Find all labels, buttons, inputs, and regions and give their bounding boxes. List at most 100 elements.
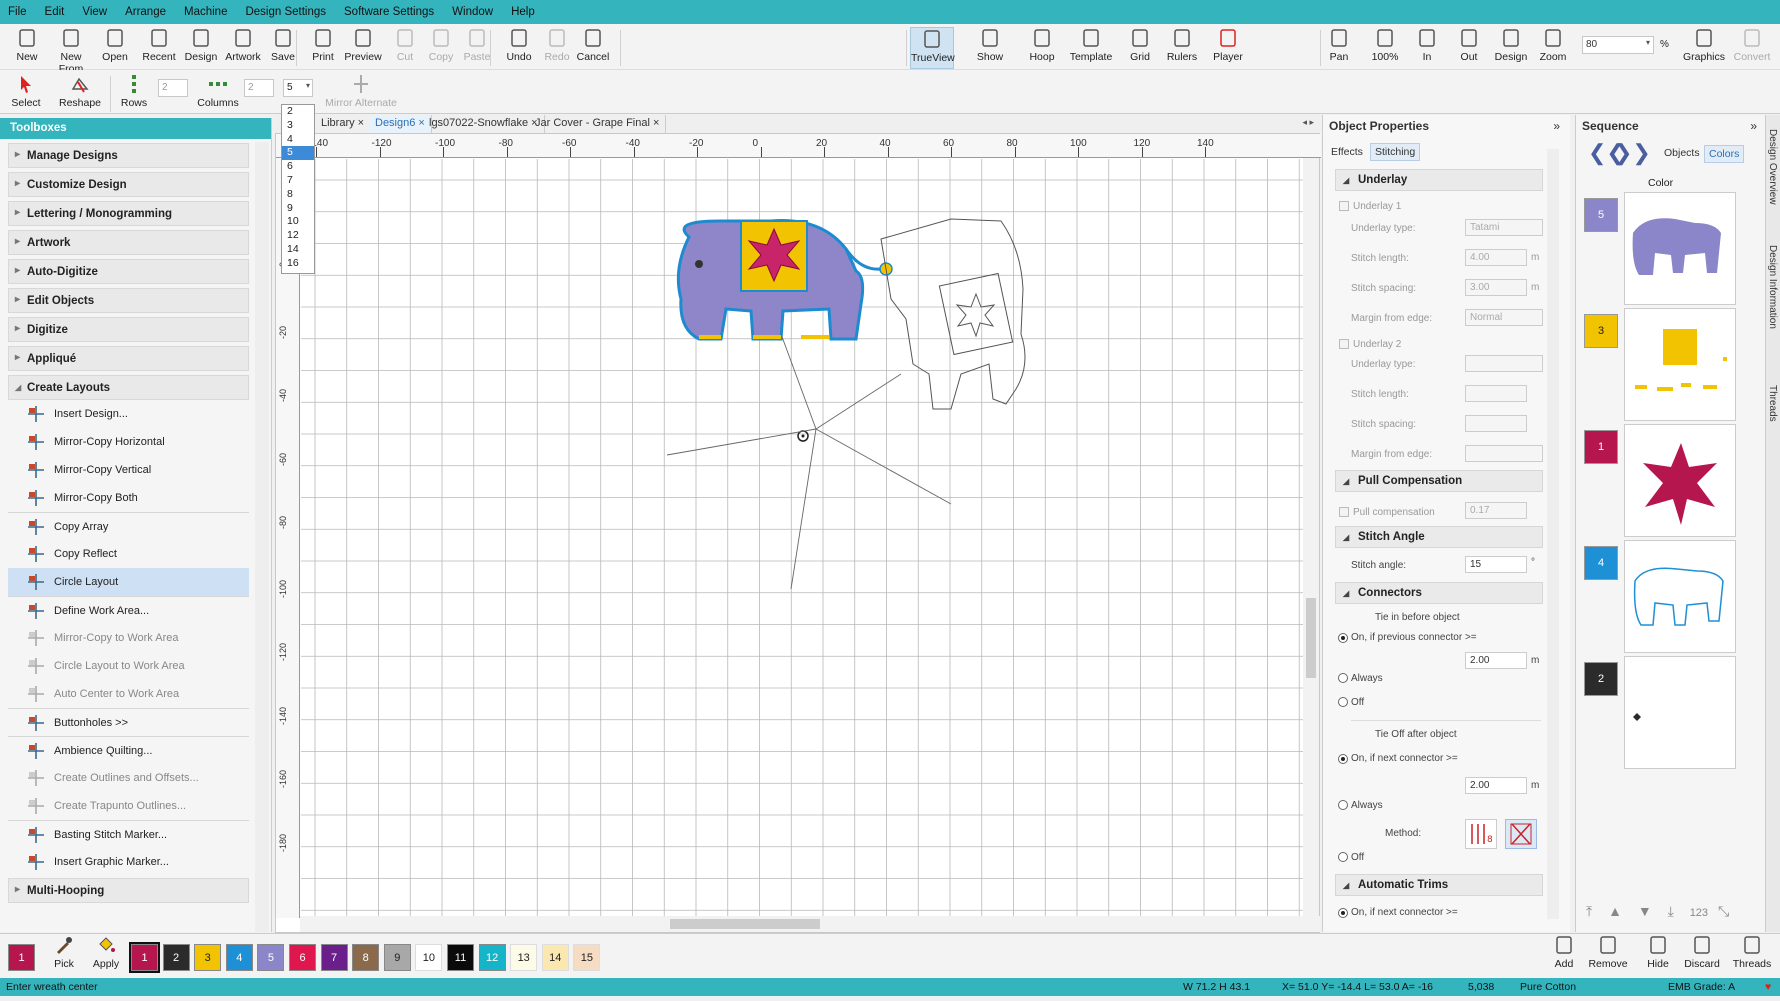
undo-button[interactable]: Undo: [498, 27, 540, 69]
tie-in-on-previous-radio[interactable]: [1338, 633, 1348, 643]
dropdown-option[interactable]: 4: [282, 133, 314, 147]
dropdown-option[interactable]: 10: [282, 215, 314, 229]
palette-color-swatch[interactable]: 7: [320, 944, 348, 971]
scroll-thumb[interactable]: [670, 919, 820, 929]
design-tab[interactable]: Library ×: [315, 115, 372, 133]
design-canvas[interactable]: -140 -120 -100 -80 -60 -40 -20 0 20 40 60 80 100 120 1…: [275, 133, 1321, 933]
columns-button[interactable]: Columns: [192, 73, 244, 115]
move-first-icon[interactable]: ⤒: [1586, 903, 1592, 919]
horizontal-scrollbar[interactable]: [300, 916, 1320, 932]
stitch-spacing-field[interactable]: 3.00: [1465, 279, 1527, 296]
save-button[interactable]: Save: [262, 27, 304, 69]
sequence-thumbnail[interactable]: [1624, 540, 1736, 653]
graphics-button[interactable]: Graphics: [1682, 27, 1726, 69]
palette-color-swatch[interactable]: 8: [352, 944, 380, 971]
underlay2-checkbox[interactable]: [1339, 339, 1349, 349]
section-automatic-trims[interactable]: Automatic Trims: [1335, 874, 1543, 896]
tie-in-always-radio[interactable]: [1338, 673, 1348, 683]
rulers-button[interactable]: Rulers: [1160, 27, 1204, 69]
rows-spinner[interactable]: 2: [158, 79, 188, 97]
zoom-out-button[interactable]: Out: [1448, 27, 1490, 69]
menu-item[interactable]: Help: [511, 6, 535, 18]
tie-method-cross-icon[interactable]: [1505, 819, 1537, 849]
palette-color-swatch[interactable]: 12: [478, 944, 506, 971]
palette-color-swatch[interactable]: 9: [383, 944, 411, 971]
sequence-color-swatch[interactable]: 2: [1584, 662, 1618, 696]
rows-button[interactable]: Rows: [114, 73, 154, 115]
tool-ambience-quilting[interactable]: Ambience Quilting...: [8, 736, 249, 764]
sequence-next-icon[interactable]: ❯❯: [1614, 140, 1651, 166]
section-lettering-monogramming[interactable]: Lettering / Monogramming: [8, 201, 249, 226]
stitch-angle-field[interactable]: 15: [1465, 556, 1527, 573]
tool-create-trapunto-outlines[interactable]: Create Trapunto Outlines...: [8, 792, 249, 820]
preview-button[interactable]: Preview: [342, 27, 384, 69]
sequence-thumbnail[interactable]: [1624, 192, 1736, 305]
section-underlay[interactable]: Underlay: [1335, 169, 1543, 191]
show-button[interactable]: Show: [968, 27, 1012, 69]
stitch-length-field[interactable]: 4.00: [1465, 249, 1527, 266]
palette-color-swatch[interactable]: 2: [162, 944, 190, 971]
sort-number-icon[interactable]: 123: [1690, 907, 1708, 919]
tool-mirror-copy-both[interactable]: Mirror-Copy Both: [8, 484, 249, 512]
section-stitch-angle[interactable]: Stitch Angle: [1335, 526, 1543, 548]
tool-mirror-copy-horizontal[interactable]: Mirror-Copy Horizontal: [8, 428, 249, 456]
pull-compensation-field[interactable]: 0.17: [1465, 502, 1527, 519]
underlay-type-field[interactable]: Tatami: [1465, 219, 1543, 236]
underlay2-length-field[interactable]: [1465, 385, 1527, 402]
section-edit-objects[interactable]: Edit Objects: [8, 288, 249, 313]
pull-compensation-checkbox[interactable]: [1339, 507, 1349, 517]
menu-item[interactable]: Window: [452, 6, 493, 18]
zoom-input[interactable]: 80 ▾: [1582, 36, 1654, 54]
properties-scrollbar[interactable]: [1547, 149, 1559, 919]
scroll-thumb[interactable]: [1306, 598, 1316, 678]
tie-off-on-next-radio[interactable]: [1338, 754, 1348, 764]
palette-color-swatch[interactable]: 6: [289, 944, 316, 971]
tab-design-overview[interactable]: Design Overview: [1767, 129, 1778, 205]
move-up-icon[interactable]: ▲: [1608, 903, 1622, 919]
section-artwork[interactable]: Artwork: [8, 230, 249, 255]
tab-scroll-icon[interactable]: ◂ ▸: [1302, 117, 1314, 128]
dropdown-option[interactable]: 9: [282, 202, 314, 216]
new-from-button[interactable]: New From: [50, 27, 92, 75]
sequence-color-swatch[interactable]: 5: [1584, 198, 1618, 232]
dropdown-option[interactable]: 3: [282, 119, 314, 133]
pick-button[interactable]: Pick: [44, 934, 84, 976]
tie-method-stitch-icon[interactable]: 8: [1465, 819, 1497, 849]
tool-circle-layout-to-work-area[interactable]: Circle Layout to Work Area: [8, 652, 249, 680]
palette-color-swatch[interactable]: 3: [194, 944, 222, 971]
hide-color-button[interactable]: Hide: [1636, 934, 1680, 976]
palette-color-swatch[interactable]: 15: [573, 944, 601, 971]
open-button[interactable]: Open: [94, 27, 136, 69]
threads-color-button[interactable]: Threads: [1730, 934, 1774, 976]
palette-color-swatch[interactable]: 10: [415, 944, 443, 971]
sequence-thumbnail[interactable]: [1624, 308, 1736, 421]
remove-color-button[interactable]: Remove: [1586, 934, 1630, 976]
palette-color-swatch[interactable]: 13: [510, 944, 538, 971]
section-create-layouts[interactable]: Create Layouts: [8, 375, 249, 400]
tool-circle-layout[interactable]: Circle Layout: [8, 568, 249, 596]
tool-copy-array[interactable]: Copy Array: [8, 512, 249, 540]
select-button[interactable]: Select: [4, 73, 48, 115]
new-button[interactable]: New: [6, 27, 48, 69]
count-select[interactable]: 5 ▾: [283, 79, 313, 97]
tool-define-work-area[interactable]: Define Work Area...: [8, 596, 249, 624]
tool-auto-center-to-work-area[interactable]: Auto Center to Work Area: [8, 680, 249, 708]
design-tab[interactable]: lgs07022-Snowflake ×: [423, 115, 545, 133]
tool-buttonholes[interactable]: Buttonholes >>: [8, 708, 249, 736]
menu-item[interactable]: Machine: [184, 6, 227, 18]
toolboxes-scrollbar[interactable]: [255, 142, 269, 932]
move-last-icon[interactable]: ⤓: [1668, 903, 1674, 919]
palette-color-swatch[interactable]: 11: [447, 944, 474, 971]
move-down-icon[interactable]: ▼: [1638, 903, 1652, 919]
section-appliqu-[interactable]: Appliqué: [8, 346, 249, 371]
hoop-button[interactable]: Hoop: [1020, 27, 1064, 69]
tie-in-length-field[interactable]: 2.00: [1465, 652, 1527, 669]
dropdown-option[interactable]: 12: [282, 229, 314, 243]
menu-item[interactable]: Software Settings: [344, 6, 434, 18]
design-button[interactable]: Design: [180, 27, 222, 69]
tab-objects[interactable]: Objects: [1660, 145, 1704, 161]
underlay2-type-field[interactable]: [1465, 355, 1543, 372]
sequence-thumbnail[interactable]: [1624, 424, 1736, 537]
artwork-button[interactable]: Artwork: [222, 27, 264, 69]
margin-field[interactable]: Normal: [1465, 309, 1543, 326]
